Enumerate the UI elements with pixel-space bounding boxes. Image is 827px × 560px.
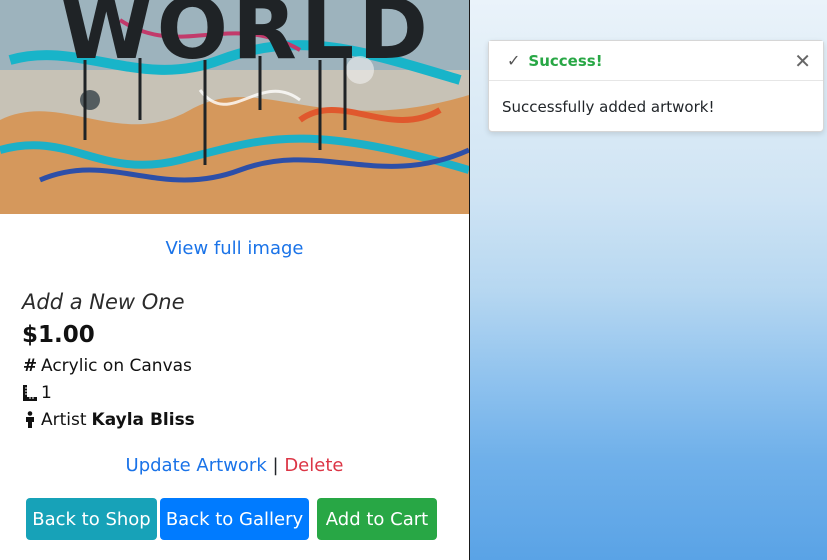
add-to-cart-button[interactable]: Add to Cart [317, 498, 437, 540]
artwork-image: WORLD [0, 0, 469, 214]
graffiti-image: WORLD [0, 0, 469, 214]
artwork-title: Add a New One [22, 290, 185, 314]
actions-separator: | [272, 455, 279, 476]
back-to-shop-button[interactable]: Back to Shop [26, 498, 157, 540]
artist-name: Kayla Bliss [91, 410, 195, 430]
toast-title: Success! [528, 51, 603, 70]
check-icon: ✓ [507, 51, 521, 70]
artwork-actions: Update Artwork | Delete [0, 455, 469, 476]
artwork-size: 1 [22, 383, 52, 403]
person-icon [22, 411, 38, 429]
artwork-artist: Artist Kayla Bliss [22, 410, 195, 430]
artwork-medium: # Acrylic on Canvas [22, 356, 192, 376]
toast-message: Successfully added artwork! [502, 98, 715, 116]
success-toast: ✓ Success! ✕ Successfully added artwork! [488, 40, 824, 132]
back-to-gallery-button[interactable]: Back to Gallery [160, 498, 309, 540]
update-artwork-link[interactable]: Update Artwork [126, 455, 267, 476]
ruler-icon [22, 384, 38, 402]
artwork-detail-panel: WORLD View full image Add a New One $1.0… [0, 0, 470, 560]
artwork-price: $1.00 [22, 322, 95, 348]
view-full-image-link[interactable]: View full image [0, 238, 469, 259]
graffiti-text: WORLD [60, 0, 432, 78]
artist-label: Artist [41, 410, 87, 430]
size-text: 1 [41, 383, 52, 403]
close-icon[interactable]: ✕ [794, 51, 811, 71]
medium-text: Acrylic on Canvas [41, 356, 192, 376]
delete-link[interactable]: Delete [284, 455, 343, 476]
hash-icon: # [22, 356, 38, 376]
toast-header: ✓ Success! ✕ [489, 41, 823, 81]
